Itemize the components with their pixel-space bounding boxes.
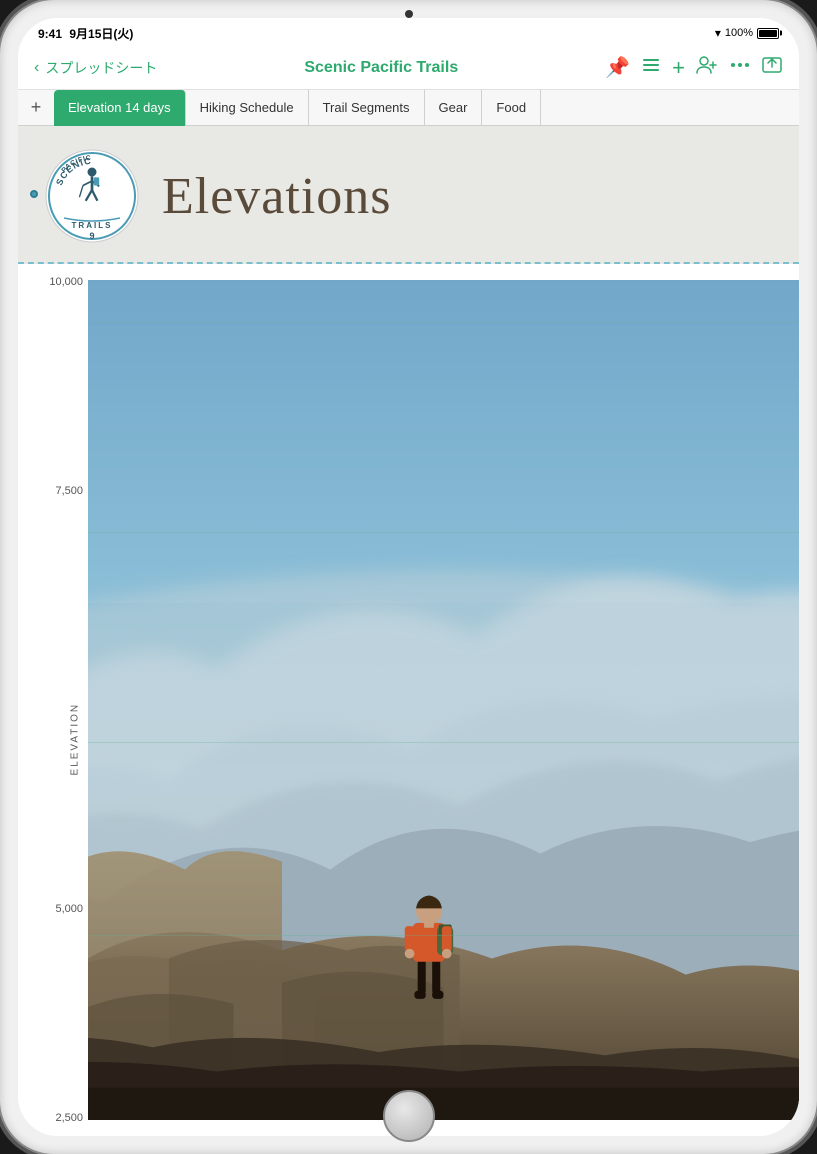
home-button[interactable] bbox=[383, 1090, 435, 1142]
status-icons: ▾ 100% bbox=[715, 26, 779, 40]
y-axis-label: ELEVATION bbox=[70, 720, 81, 775]
chart-container: 10,000 7,500 ELEVATION 5,000 2,500 bbox=[18, 264, 799, 1136]
battery-percent: 100% bbox=[725, 27, 753, 39]
add-icon[interactable]: + bbox=[672, 55, 685, 81]
y-label-7500: 7,500 bbox=[28, 485, 83, 497]
grid-line-7500 bbox=[88, 532, 799, 533]
y-label-5000: 5,000 bbox=[28, 903, 83, 915]
wifi-icon: ▾ bbox=[715, 26, 721, 40]
row-handle[interactable] bbox=[30, 190, 38, 198]
share-icon[interactable] bbox=[761, 54, 783, 81]
back-label[interactable]: スプレッドシート bbox=[45, 58, 157, 78]
nav-right: 📌 + bbox=[605, 54, 783, 81]
sheet-header: SCENIC PACIFIC bbox=[18, 126, 799, 264]
nav-left: ‹ スプレッドシート bbox=[34, 58, 157, 78]
tab-trail-segments[interactable]: Trail Segments bbox=[309, 90, 425, 126]
grid-line-2500 bbox=[88, 935, 799, 936]
chart-area bbox=[88, 280, 799, 1120]
tab-hiking[interactable]: Hiking Schedule bbox=[186, 90, 309, 126]
tab-food[interactable]: Food bbox=[482, 90, 541, 126]
pin-icon[interactable]: 📌 bbox=[605, 55, 630, 80]
y-label-2500: 2,500 bbox=[28, 1112, 83, 1124]
battery-fill bbox=[759, 30, 777, 37]
nav-bar: ‹ スプレッドシート Scenic Pacific Trails 📌 + bbox=[18, 46, 799, 90]
tab-bar: + Elevation 14 days Hiking Schedule Trai… bbox=[18, 90, 799, 126]
sheet-title: Elevations bbox=[162, 167, 392, 226]
svg-text:TRAILS: TRAILS bbox=[72, 221, 113, 230]
y-axis: 10,000 7,500 ELEVATION 5,000 2,500 bbox=[28, 264, 83, 1136]
handle-dot bbox=[30, 190, 38, 198]
grid-line-5000 bbox=[88, 742, 799, 743]
elevation-photo-svg bbox=[88, 280, 799, 1120]
y-label-10000: 10,000 bbox=[28, 276, 83, 288]
list-icon[interactable] bbox=[640, 54, 662, 81]
status-bar: 9:41 9月15日(火) ▾ 100% bbox=[18, 18, 799, 46]
trail-badge: SCENIC PACIFIC bbox=[42, 146, 142, 246]
main-content: SCENIC PACIFIC bbox=[18, 126, 799, 1136]
more-icon[interactable] bbox=[729, 54, 751, 81]
svg-text:9: 9 bbox=[89, 231, 94, 241]
battery-icon bbox=[757, 28, 779, 39]
add-tab-button[interactable]: + bbox=[22, 94, 50, 122]
status-time: 9:41 9月15日(火) bbox=[38, 25, 133, 42]
grid-line-top bbox=[88, 322, 799, 323]
screen: 9:41 9月15日(火) ▾ 100% ‹ スプレッドシート Scenic P… bbox=[18, 18, 799, 1136]
back-icon[interactable]: ‹ bbox=[34, 59, 39, 77]
tab-gear[interactable]: Gear bbox=[425, 90, 483, 126]
tab-elevation[interactable]: Elevation 14 days bbox=[54, 90, 186, 126]
camera bbox=[405, 10, 413, 18]
device: 9:41 9月15日(火) ▾ 100% ‹ スプレッドシート Scenic P… bbox=[0, 0, 817, 1154]
nav-title: Scenic Pacific Trails bbox=[304, 59, 458, 77]
share-people-icon[interactable] bbox=[695, 54, 719, 81]
